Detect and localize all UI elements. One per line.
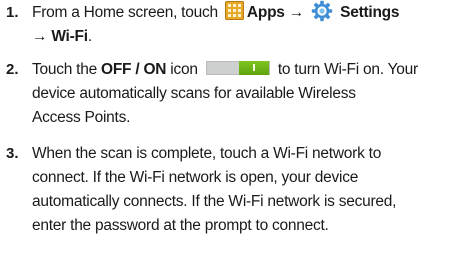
- offon-label: OFF / ON: [101, 61, 167, 78]
- step-line: When the scan is complete, touch a Wi-Fi…: [32, 145, 382, 162]
- step-line: device automatically scans for available…: [32, 85, 356, 102]
- step-text: From a Home screen, touch Apps → Setting…: [32, 0, 467, 49]
- punctuation: .: [87, 28, 92, 45]
- step-number: 1.: [6, 4, 19, 21]
- step-text: When the scan is complete, touch a Wi-Fi…: [32, 142, 467, 238]
- step-number: 2.: [6, 61, 19, 78]
- step-number: 3.: [6, 145, 19, 162]
- toggle-on-icon: [205, 60, 270, 75]
- step-text: Touch the OFF / ON icon to turn Wi-Fi on…: [32, 58, 467, 130]
- apps-grid-icon: [224, 1, 244, 21]
- instructions-page: 1. From a Home screen, touch Apps → Sett…: [0, 0, 469, 270]
- step-line: connect. If the Wi-Fi network is open, y…: [32, 169, 359, 186]
- apps-label: Apps: [246, 4, 285, 21]
- step-line: Touch the OFF / ON icon to turn Wi-Fi on…: [32, 58, 467, 82]
- step-text-segment: to turn Wi-Fi on. Your: [277, 61, 418, 78]
- settings-gear-icon: [311, 0, 333, 22]
- toggle-knob: [238, 60, 269, 75]
- arrow-glyph: →: [32, 28, 48, 45]
- settings-label: Settings: [340, 4, 400, 21]
- arrow-glyph: →: [288, 4, 305, 21]
- step-text-segment: icon: [170, 61, 198, 78]
- step-line: Access Points.: [32, 109, 131, 126]
- step-line: → Wi-Fi.: [32, 25, 467, 49]
- step-text-segment: Touch the: [32, 61, 97, 78]
- wifi-label: Wi-Fi: [51, 28, 88, 45]
- step-line: From a Home screen, touch Apps → Setting…: [32, 0, 467, 25]
- step-text-segment: From a Home screen, touch: [32, 4, 218, 21]
- step-line: enter the password at the prompt to conn…: [32, 217, 329, 234]
- step-line: automatically connects. If the Wi-Fi net…: [32, 193, 397, 210]
